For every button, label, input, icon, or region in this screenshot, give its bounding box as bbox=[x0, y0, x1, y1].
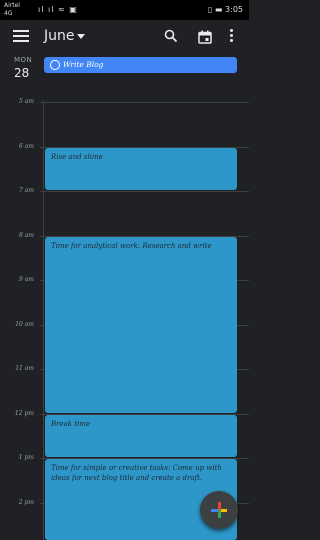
event-title: Time for simple or creative tasks: Come … bbox=[51, 464, 222, 482]
task-check-icon bbox=[50, 60, 60, 70]
event-title: Time for analytical work: Research and w… bbox=[51, 241, 212, 250]
hour-label: 11 am bbox=[15, 365, 34, 372]
event-block[interactable]: Rise and shine bbox=[45, 147, 237, 190]
all-day-event-title: Write Blog bbox=[63, 60, 104, 69]
grid-divider bbox=[43, 100, 44, 540]
more-vert-icon[interactable] bbox=[230, 29, 234, 43]
add-icon-vertical bbox=[218, 502, 221, 518]
day-number[interactable]: 28 bbox=[14, 66, 29, 80]
add-event-button[interactable] bbox=[200, 491, 238, 529]
hour-label: 10 am bbox=[15, 320, 34, 328]
signal-icons: ıl ıl ≈ ▣ bbox=[38, 5, 78, 14]
carrier-label: Airtel 4G bbox=[4, 2, 20, 18]
search-icon[interactable] bbox=[164, 28, 178, 43]
all-day-event[interactable]: Write Blog bbox=[44, 57, 237, 73]
status-bar: Airtel 4G ıl ıl ≈ ▣ ▯ ▬ 3:05 bbox=[0, 0, 249, 20]
hour-label: 1 pm bbox=[18, 454, 34, 461]
event-title: Break time bbox=[51, 419, 91, 428]
month-title[interactable]: June bbox=[44, 28, 75, 44]
event-block[interactable]: Time for analytical work: Research and w… bbox=[45, 236, 237, 413]
hour-label: 7 am bbox=[19, 187, 34, 194]
weekday-label: MON bbox=[14, 56, 33, 64]
hour-label: 9 am bbox=[19, 276, 34, 283]
hour-label: 5 am bbox=[19, 98, 34, 105]
menu-icon[interactable] bbox=[13, 30, 29, 42]
hour-label: 8 am bbox=[19, 231, 34, 239]
hour-label: 2 pm bbox=[18, 498, 34, 506]
chevron-down-icon[interactable] bbox=[77, 34, 85, 39]
app-bar: June bbox=[0, 20, 249, 54]
calendar-today-icon[interactable] bbox=[198, 29, 212, 44]
hour-line bbox=[40, 191, 249, 192]
event-block[interactable]: Break time bbox=[45, 414, 237, 457]
network-type: 4G bbox=[4, 10, 13, 17]
event-title: Rise and shine bbox=[51, 152, 103, 161]
time-grid[interactable]: 5 am 6 am 7 am 8 am 9 am 10 am 11 am 12 pm 1 pm 2… bbox=[0, 98, 249, 540]
carrier-name: Airtel bbox=[4, 2, 20, 9]
day-header: MON 28 Write Blog bbox=[0, 54, 249, 101]
hour-label: 6 am bbox=[19, 142, 34, 150]
hour-line bbox=[40, 102, 249, 103]
hour-label: 12 pm bbox=[14, 409, 34, 417]
status-right: ▯ ▬ 3:05 bbox=[207, 5, 243, 14]
